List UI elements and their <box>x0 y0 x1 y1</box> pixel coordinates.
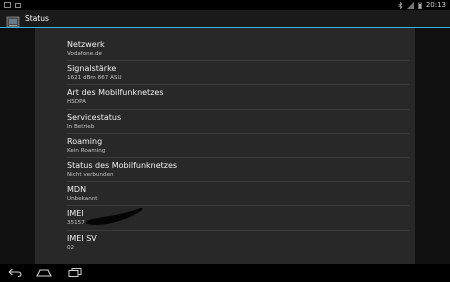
item-title: Status des Mobilfunknetzes <box>67 160 178 170</box>
list-item-imei-sv[interactable]: IMEI SV 02 <box>67 231 409 255</box>
item-title: Roaming <box>67 136 103 146</box>
item-value: Nicht verbunden <box>67 171 114 178</box>
navigation-bar <box>0 264 450 282</box>
item-value: Kein Roaming <box>67 147 106 154</box>
battery-icon <box>418 2 422 9</box>
settings-app-icon[interactable] <box>6 13 20 27</box>
page-title: Status <box>25 14 49 23</box>
clock: 20:13 <box>425 1 446 9</box>
bluetooth-icon <box>398 1 403 9</box>
list-item-mdn[interactable]: MDN Unbekannt <box>67 182 409 207</box>
item-value: Unbekannt <box>67 196 98 203</box>
action-bar: Status <box>0 10 450 27</box>
back-icon[interactable] <box>8 268 22 277</box>
item-value: HSDPA <box>67 99 86 106</box>
item-title: Netzwerk <box>67 40 105 49</box>
list-item-roaming[interactable]: Roaming Kein Roaming <box>67 134 409 158</box>
email-icon <box>15 2 21 8</box>
signal-icon <box>406 1 414 9</box>
redaction-mark <box>85 207 143 225</box>
list-item-service-status[interactable]: Servicestatus In Betrieb <box>67 110 409 134</box>
item-title: Servicestatus <box>67 112 122 122</box>
list-item-network[interactable]: Netzwerk Vodafone.de <box>67 37 409 62</box>
status-panel: Netzwerk Vodafone.de Signalstärke 1621 d… <box>35 28 415 264</box>
list-item-network-type[interactable]: Art des Mobilfunknetzes HSDPA <box>67 85 409 110</box>
home-icon[interactable] <box>36 268 52 277</box>
item-value: In Betrieb <box>67 123 95 130</box>
item-value: Vodafone.de <box>67 51 102 57</box>
item-title: MDN <box>67 185 87 195</box>
item-value: 1621 dBm 867 ASU <box>67 75 122 82</box>
picture-icon <box>4 2 11 8</box>
item-value: 02 <box>67 244 75 251</box>
recent-apps-icon[interactable] <box>68 268 82 277</box>
status-bar: 20:13 <box>0 0 450 10</box>
item-title: Signalstärke <box>67 64 117 74</box>
item-title: Art des Mobilfunknetzes <box>67 88 164 98</box>
list-item-mobile-network-status[interactable]: Status des Mobilfunknetzes Nicht verbund… <box>67 158 409 183</box>
item-title: IMEI SV <box>67 233 97 243</box>
list-item-signal-strength[interactable]: Signalstärke 1621 dBm 867 ASU <box>67 61 409 86</box>
